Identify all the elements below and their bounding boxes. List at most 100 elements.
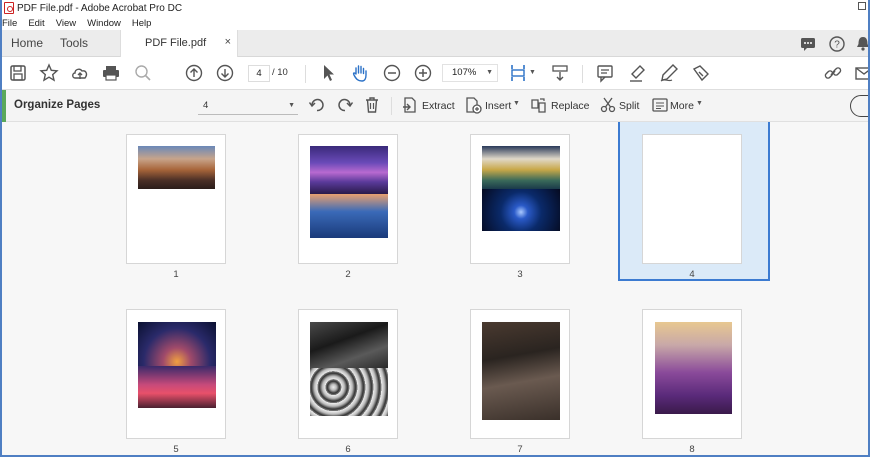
menu-bar: File Edit View Window Help [2, 16, 868, 30]
organize-accent-stripe [2, 90, 6, 122]
page-number-label: 4 [689, 269, 695, 280]
current-page-input[interactable]: 4 [248, 65, 270, 82]
page-thumbnail[interactable] [298, 134, 398, 264]
previous-page-icon[interactable] [184, 63, 204, 83]
acrobat-window: PDF File.pdf - Adobe Acrobat Pro DC File… [0, 0, 870, 457]
hand-tool-icon[interactable] [350, 63, 370, 83]
restore-window-button[interactable] [858, 2, 866, 10]
page-number-label: 8 [689, 444, 695, 455]
rotate-counterclockwise-icon[interactable] [308, 96, 326, 114]
page-number-label: 5 [173, 444, 179, 455]
organize-pages-title: Organize Pages [14, 99, 101, 111]
chevron-down-icon: ▼ [288, 102, 295, 109]
chevron-down-icon[interactable]: ▼ [696, 100, 703, 107]
scroll-mode-icon[interactable] [550, 63, 570, 83]
page-thumbnail-grid: 1 2 3 4 5 6 7 8 [2, 122, 868, 455]
bookmark-star-icon[interactable] [39, 63, 59, 83]
menu-help[interactable]: Help [132, 18, 152, 29]
toolbar-divider [391, 97, 392, 115]
cloud-upload-icon[interactable] [70, 63, 90, 83]
daisies-image [310, 368, 388, 416]
delete-trash-icon[interactable] [363, 96, 381, 114]
page-thumbnail[interactable] [470, 134, 570, 264]
menu-edit[interactable]: Edit [28, 18, 44, 29]
help-icon[interactable]: ? [828, 35, 846, 53]
svg-text:?: ? [834, 40, 840, 51]
page-number-label: 3 [517, 269, 523, 280]
page-number-label: 2 [345, 269, 351, 280]
insert-button[interactable]: Insert [485, 100, 511, 112]
chevron-down-icon: ▼ [486, 69, 493, 76]
extract-pages-icon[interactable] [401, 96, 419, 114]
main-toolbar: 4 / 10 107% ▼ ▼ [2, 57, 870, 90]
blue-sea-image [310, 194, 388, 238]
page-range-value: 4 [203, 100, 209, 111]
menu-view[interactable]: View [56, 18, 76, 29]
close-tool-button[interactable] [850, 95, 868, 117]
fill-sign-icon[interactable] [691, 63, 711, 83]
replace-button[interactable]: Replace [551, 100, 590, 112]
next-page-icon[interactable] [215, 63, 235, 83]
split-scissors-icon[interactable] [599, 96, 617, 114]
extract-button[interactable]: Extract [422, 100, 455, 112]
lake-boats-image [482, 146, 560, 189]
total-pages-label: / 10 [272, 67, 288, 78]
save-icon[interactable] [8, 63, 28, 83]
split-button[interactable]: Split [619, 100, 639, 112]
page-thumbnail[interactable] [298, 309, 398, 439]
comment-bubble-icon[interactable] [799, 35, 817, 53]
zoom-in-icon[interactable] [413, 63, 433, 83]
page-thumbnail[interactable] [470, 309, 570, 439]
page-display-icon[interactable] [508, 63, 528, 83]
draw-pen-icon[interactable] [659, 63, 679, 83]
select-cursor-icon[interactable] [318, 63, 338, 83]
toolbar-divider [305, 65, 306, 83]
tab-tools[interactable]: Tools [60, 36, 88, 50]
insert-pages-icon[interactable] [464, 96, 482, 114]
window-title: PDF File.pdf - Adobe Acrobat Pro DC [17, 2, 183, 14]
zoom-out-icon[interactable] [382, 63, 402, 83]
menu-file[interactable]: File [2, 18, 17, 29]
toolbar-divider [582, 65, 583, 83]
add-comment-icon[interactable] [595, 63, 615, 83]
page-thumbnail[interactable] [126, 309, 226, 439]
highlighter-icon[interactable] [627, 63, 647, 83]
email-icon[interactable] [854, 63, 870, 83]
rotate-clockwise-icon[interactable] [336, 96, 354, 114]
page-number-label: 6 [345, 444, 351, 455]
tab-document-label: PDF File.pdf [145, 37, 207, 49]
title-bar: PDF File.pdf - Adobe Acrobat Pro DC [2, 0, 868, 16]
tab-home[interactable]: Home [11, 36, 43, 50]
page-thumbnail-selected[interactable] [642, 134, 742, 264]
page-number-label: 1 [173, 269, 179, 280]
menu-window[interactable]: Window [87, 18, 121, 29]
notification-bell-icon[interactable] [854, 35, 870, 53]
purple-flowers-image [655, 322, 732, 414]
zoom-level-value: 107% [452, 67, 477, 78]
chevron-down-icon[interactable]: ▼ [513, 100, 520, 107]
replace-pages-icon[interactable] [530, 96, 548, 114]
pink-shore-image [138, 366, 216, 408]
tab-document[interactable]: PDF File.pdf × [120, 30, 238, 57]
acrobat-app-icon [4, 2, 14, 14]
purple-sky-image [310, 146, 388, 194]
page-thumbnail[interactable] [126, 134, 226, 264]
workspace-image [482, 322, 560, 420]
share-link-icon[interactable] [823, 63, 843, 83]
chevron-down-icon[interactable]: ▼ [529, 69, 536, 76]
page-number-label: 7 [517, 444, 523, 455]
print-icon[interactable] [101, 63, 121, 83]
night-glow-image [482, 189, 560, 231]
close-tab-icon[interactable]: × [225, 36, 231, 48]
page-thumbnail[interactable] [642, 309, 742, 439]
tab-bar: Home Tools PDF File.pdf × ? [2, 30, 870, 57]
zoom-level-dropdown[interactable]: 107% ▼ [442, 64, 498, 82]
canyon-image [138, 146, 215, 189]
laptop-desk-image [310, 322, 388, 368]
more-options-icon[interactable] [651, 96, 669, 114]
zoom-search-icon[interactable] [133, 63, 153, 83]
tree-sunset-image [138, 322, 216, 366]
organize-pages-toolbar: Organize Pages 4 ▼ Extract Insert ▼ Repl… [2, 90, 868, 122]
page-range-dropdown[interactable]: 4 ▼ [198, 97, 298, 115]
more-button[interactable]: More [670, 100, 694, 112]
